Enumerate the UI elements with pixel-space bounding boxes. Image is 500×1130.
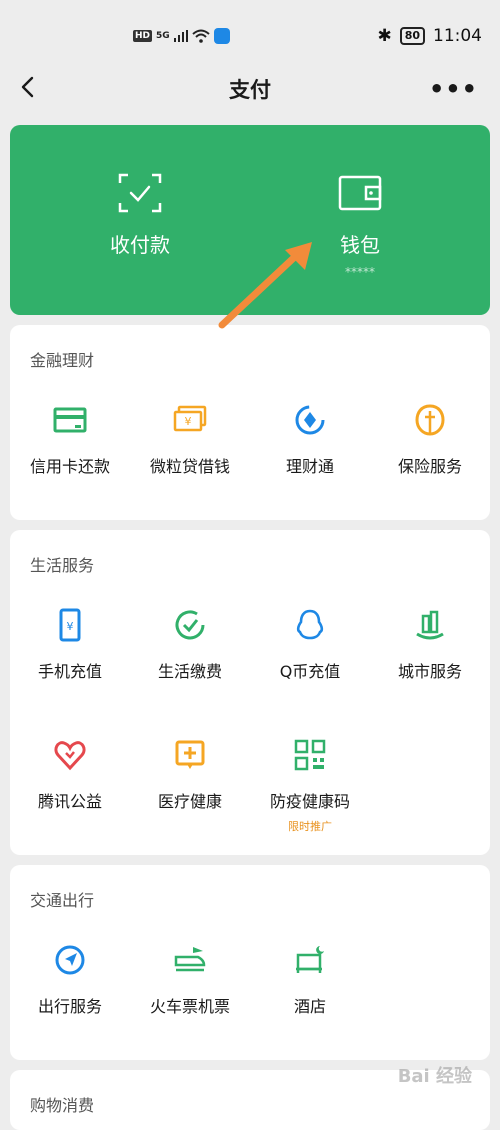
hotel-icon xyxy=(296,946,324,973)
signal-icon xyxy=(173,30,188,42)
insurance-item[interactable]: 保险服务 xyxy=(370,403,490,477)
hero-panel: 收付款 钱包 ***** xyxy=(10,125,490,315)
transport-section: 交通出行 出行服务 火车票机票 酒店 xyxy=(10,865,490,1060)
hd-badge: HD xyxy=(133,30,153,42)
medical-icon xyxy=(175,740,205,769)
collect-pay-button[interactable]: 收付款 xyxy=(20,125,260,315)
phone-topup-icon: ¥ xyxy=(59,608,81,642)
charity-item[interactable]: 腾讯公益 xyxy=(10,738,130,812)
nav-bar: 支付 ••• xyxy=(0,65,500,111)
insurance-icon xyxy=(415,404,445,436)
qq-coin-icon xyxy=(296,609,324,640)
item-label: 防疫健康码 xyxy=(269,792,350,811)
item-label: 火车票机票 xyxy=(149,997,230,1016)
status-right: ✱ 80 11:04 xyxy=(377,26,482,46)
credit-card-repay-item[interactable]: 信用卡还款 xyxy=(10,403,130,477)
bluetooth-icon: ✱ xyxy=(377,26,392,46)
health-code-item[interactable]: 防疫健康码 限时推广 xyxy=(250,738,370,834)
wallet-label: 钱包 xyxy=(340,233,380,257)
collect-pay-label: 收付款 xyxy=(110,233,170,257)
medical-item[interactable]: 医疗健康 xyxy=(130,738,250,812)
travel-icon xyxy=(55,945,85,975)
item-label: 医疗健康 xyxy=(157,792,222,811)
wallet-balance-masked: ***** xyxy=(345,265,375,279)
status-left: HD 5G xyxy=(133,28,230,44)
item-label: 酒店 xyxy=(293,997,326,1016)
item-label: 微粒贷借钱 xyxy=(149,457,230,476)
bill-pay-icon xyxy=(175,610,205,640)
item-label: 生活缴费 xyxy=(157,662,222,681)
item-label: Q币充值 xyxy=(279,662,341,681)
network-label: 5G xyxy=(156,31,170,41)
loan-item[interactable]: ¥ 微粒贷借钱 xyxy=(130,403,250,477)
life-section: 生活服务 ¥ 手机充值 生活缴费 Q币充值 城市服务 腾讯公益 医疗健康 防疫健… xyxy=(10,530,490,855)
item-label: 出行服务 xyxy=(37,997,102,1016)
charity-icon xyxy=(54,741,86,771)
more-button[interactable]: ••• xyxy=(429,75,478,103)
clock: 11:04 xyxy=(433,26,482,46)
wallet-button[interactable]: 钱包 ***** xyxy=(240,125,480,315)
travel-item[interactable]: 出行服务 xyxy=(10,943,130,1017)
scan-check-icon xyxy=(118,173,162,213)
wallet-icon xyxy=(338,175,382,211)
hotel-item[interactable]: 酒店 xyxy=(250,943,370,1017)
section-title: 生活服务 xyxy=(30,556,95,575)
train-plane-icon xyxy=(174,947,206,972)
section-title: 金融理财 xyxy=(30,351,95,370)
item-label: 城市服务 xyxy=(397,662,462,681)
city-service-icon xyxy=(416,610,444,640)
credit-card-icon xyxy=(53,407,87,433)
wealth-icon xyxy=(295,405,325,435)
city-service-item[interactable]: 城市服务 xyxy=(370,608,490,682)
status-bar: HD 5G ✱ 80 11:04 xyxy=(0,0,500,70)
health-code-icon xyxy=(294,739,326,771)
item-label: 腾讯公益 xyxy=(37,792,102,811)
item-label: 信用卡还款 xyxy=(29,457,110,476)
svg-text:¥: ¥ xyxy=(67,620,74,633)
section-title: 购物消费 xyxy=(30,1096,95,1115)
app-notification-icon xyxy=(213,28,230,44)
bill-pay-item[interactable]: 生活缴费 xyxy=(130,608,250,682)
watermark: Bai 经验 xyxy=(397,1066,472,1087)
section-title: 交通出行 xyxy=(30,891,95,910)
promo-badge: 限时推广 xyxy=(288,820,332,833)
wifi-icon xyxy=(192,29,210,43)
finance-section: 金融理财 信用卡还款 ¥ 微粒贷借钱 理财通 保险服务 xyxy=(10,325,490,520)
item-label: 保险服务 xyxy=(397,457,462,476)
item-label: 手机充值 xyxy=(37,662,102,681)
wealth-item[interactable]: 理财通 xyxy=(250,403,370,477)
phone-topup-item[interactable]: ¥ 手机充值 xyxy=(10,608,130,682)
qq-coin-item[interactable]: Q币充值 xyxy=(250,608,370,682)
battery-level: 80 xyxy=(399,27,425,45)
train-plane-item[interactable]: 火车票机票 xyxy=(130,943,250,1017)
page-title: 支付 xyxy=(229,78,271,102)
item-label: 理财通 xyxy=(285,457,334,476)
svg-text:¥: ¥ xyxy=(185,415,192,428)
loan-icon: ¥ xyxy=(173,405,207,432)
